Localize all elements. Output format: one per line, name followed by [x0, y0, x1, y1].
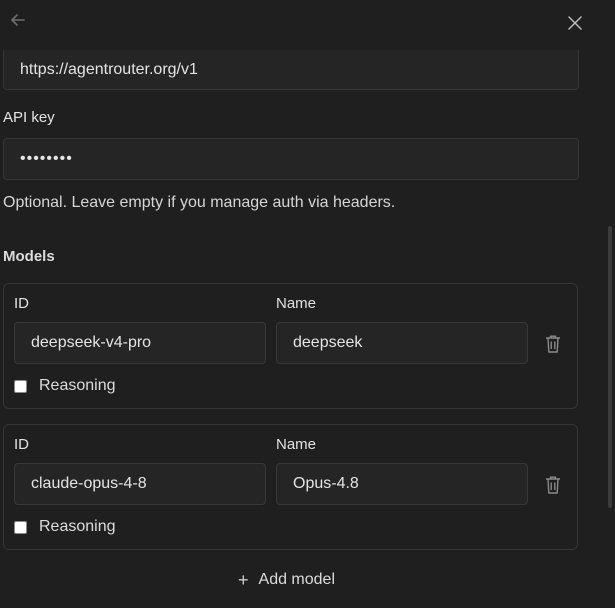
model-provider-panel: https://agentrouter.org/v1 API key •••••… [0, 0, 615, 608]
trash-icon [546, 335, 560, 353]
add-model-label: Add model [258, 571, 336, 588]
settings-scroll-area[interactable]: https://agentrouter.org/v1 API key •••••… [0, 44, 605, 608]
model-id-value: claude-opus-4-8 [31, 475, 147, 492]
base-url-input[interactable]: https://agentrouter.org/v1 [3, 50, 579, 90]
close-button[interactable] [561, 9, 589, 37]
model-id-label: ID [14, 436, 29, 453]
model-id-input[interactable]: claude-opus-4-8 [14, 463, 266, 505]
api-key-input[interactable]: •••••••• [3, 138, 579, 180]
base-url-value: https://agentrouter.org/v1 [20, 60, 198, 78]
trash-icon [546, 476, 560, 494]
reasoning-label: Reasoning [39, 377, 116, 394]
model-id-value: deepseek-v4-pro [31, 334, 152, 351]
model-id-label: ID [14, 295, 29, 312]
model-card: ID Name claude-opus-4-8 Opus-4.8 Reasoni… [3, 424, 578, 550]
reasoning-toggle-row: Reasoning [14, 518, 116, 536]
back-button[interactable] [4, 6, 32, 34]
scrollbar-thumb[interactable] [608, 226, 612, 508]
panel-header [0, 0, 615, 44]
model-name-input[interactable]: Opus-4.8 [276, 463, 528, 505]
model-id-input[interactable]: deepseek-v4-pro [14, 322, 266, 364]
arrow-left-icon [11, 14, 25, 26]
api-key-label: API key [3, 109, 55, 126]
model-card: ID Name deepseek-v4-pro deepseek Reasoni… [3, 283, 578, 409]
api-key-hint: Optional. Leave empty if you manage auth… [3, 194, 396, 211]
plus-icon: + [238, 570, 249, 590]
models-heading: Models [3, 248, 55, 265]
reasoning-toggle-row: Reasoning [14, 377, 116, 395]
reasoning-label: Reasoning [39, 518, 116, 535]
model-name-label: Name [276, 295, 317, 312]
add-model-button[interactable]: + Add model [238, 571, 335, 589]
reasoning-checkbox[interactable] [14, 379, 27, 393]
delete-model-button[interactable] [541, 332, 565, 356]
model-name-label: Name [276, 436, 317, 453]
close-icon [568, 16, 582, 30]
api-key-value: •••••••• [20, 150, 73, 167]
scrollbar[interactable] [605, 44, 615, 608]
model-name-value: deepseek [293, 334, 363, 351]
model-name-input[interactable]: deepseek [276, 322, 528, 364]
reasoning-checkbox[interactable] [14, 520, 27, 534]
model-name-value: Opus-4.8 [293, 475, 359, 492]
delete-model-button[interactable] [541, 473, 565, 497]
